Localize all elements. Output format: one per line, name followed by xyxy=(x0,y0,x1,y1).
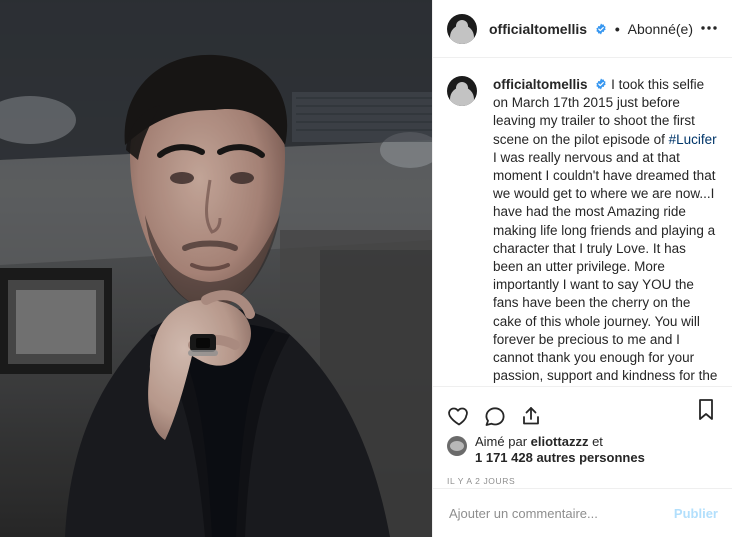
caption-username[interactable]: officialtomellis xyxy=(493,77,588,92)
author-username[interactable]: officialtomellis • Abonné(e) xyxy=(489,21,693,37)
comment-input[interactable] xyxy=(447,504,664,522)
post-sidebar: officialtomellis • Abonné(e) officialtom… xyxy=(432,0,732,537)
comment-icon[interactable] xyxy=(483,404,507,428)
verified-badge-icon xyxy=(596,78,606,90)
hashtag-link[interactable]: #Lucifer xyxy=(669,132,717,147)
verified-badge-icon xyxy=(596,23,606,34)
header-separator: • xyxy=(614,20,620,37)
liker-username[interactable]: eliottazzz xyxy=(531,434,589,449)
comment-bar: Publier xyxy=(433,488,732,537)
heart-icon[interactable] xyxy=(447,404,471,428)
likes-prefix: Aimé par xyxy=(475,434,528,449)
caption-section: officialtomellis I took this selfie on M… xyxy=(433,58,732,386)
follow-status[interactable]: Abonné(e) xyxy=(628,21,693,37)
caption-row: officialtomellis I took this selfie on M… xyxy=(447,76,718,386)
instagram-post: officialtomellis • Abonné(e) officialtom… xyxy=(0,0,732,537)
post-header: officialtomellis • Abonné(e) xyxy=(433,0,732,58)
likes-count[interactable]: 1 171 428 autres personnes xyxy=(475,450,645,465)
post-photo[interactable] xyxy=(0,0,432,537)
caption-part-2: I was really nervous and at that moment … xyxy=(493,149,718,384)
liker-avatar[interactable] xyxy=(447,436,467,456)
caption-author-avatar[interactable] xyxy=(447,76,477,106)
username-text[interactable]: officialtomellis xyxy=(489,21,587,37)
likes-suffix: et xyxy=(592,434,603,449)
bookmark-icon[interactable] xyxy=(694,397,718,421)
likes-text: Aimé par eliottazzz et 1 171 428 autres … xyxy=(475,434,645,466)
likes-section: Aimé par eliottazzz et 1 171 428 autres … xyxy=(433,434,732,466)
caption-text: officialtomellis I took this selfie on M… xyxy=(493,76,718,386)
share-icon[interactable] xyxy=(519,404,543,428)
publish-button[interactable]: Publier xyxy=(674,506,718,521)
action-bar xyxy=(433,386,732,434)
author-avatar[interactable] xyxy=(447,13,477,44)
more-icon[interactable] xyxy=(698,19,720,37)
selfie-image xyxy=(0,0,432,537)
post-timestamp[interactable]: IL Y A 2 JOURS xyxy=(433,466,732,486)
